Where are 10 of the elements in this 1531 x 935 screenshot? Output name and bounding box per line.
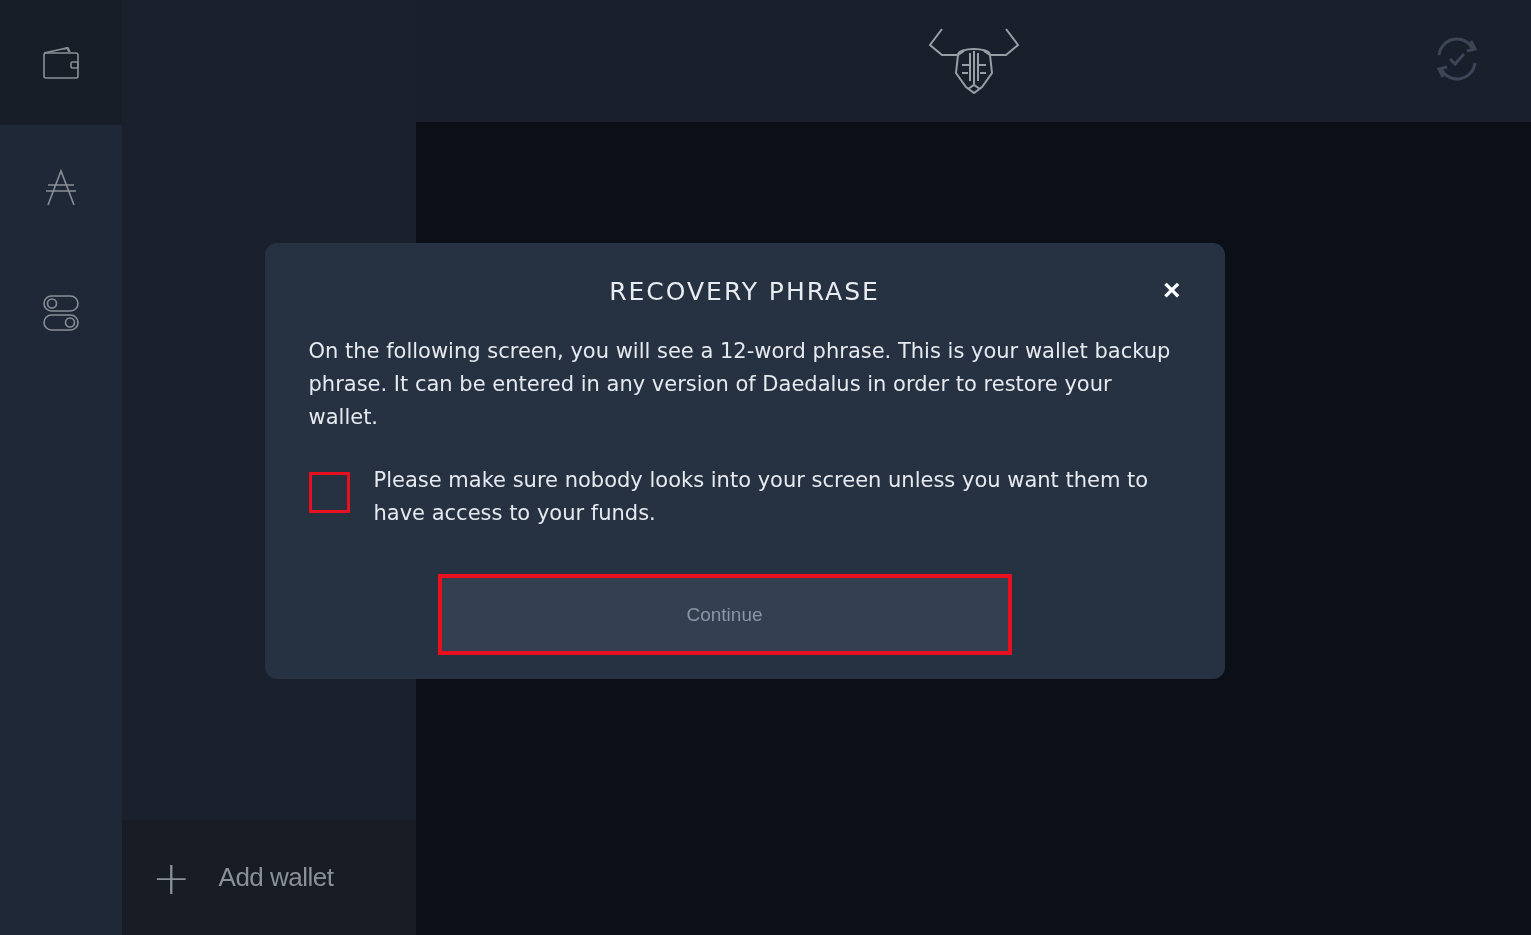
close-button[interactable]: × [1162, 275, 1181, 305]
wallet-icon [42, 45, 80, 80]
confirm-checkbox[interactable] [308, 472, 350, 513]
ada-currency-icon [44, 168, 78, 207]
checkbox-label: Please make sure nobody looks into your screen unless you want them to have access to your funds. [373, 467, 1150, 527]
dialog-message: On the following screen, you will see a 12-word phrase. This is your wallet backup phrase. It can be entered in any version of Daedalus in order to restore your wallet. [308, 338, 1172, 431]
sidebar-item[interactable] [0, 0, 122, 125]
toggle-switches-icon [43, 293, 79, 332]
add-wallet-button[interactable]: + Add wallet [122, 820, 416, 935]
dialog-title: RECOVERY PHRASE [609, 276, 880, 306]
